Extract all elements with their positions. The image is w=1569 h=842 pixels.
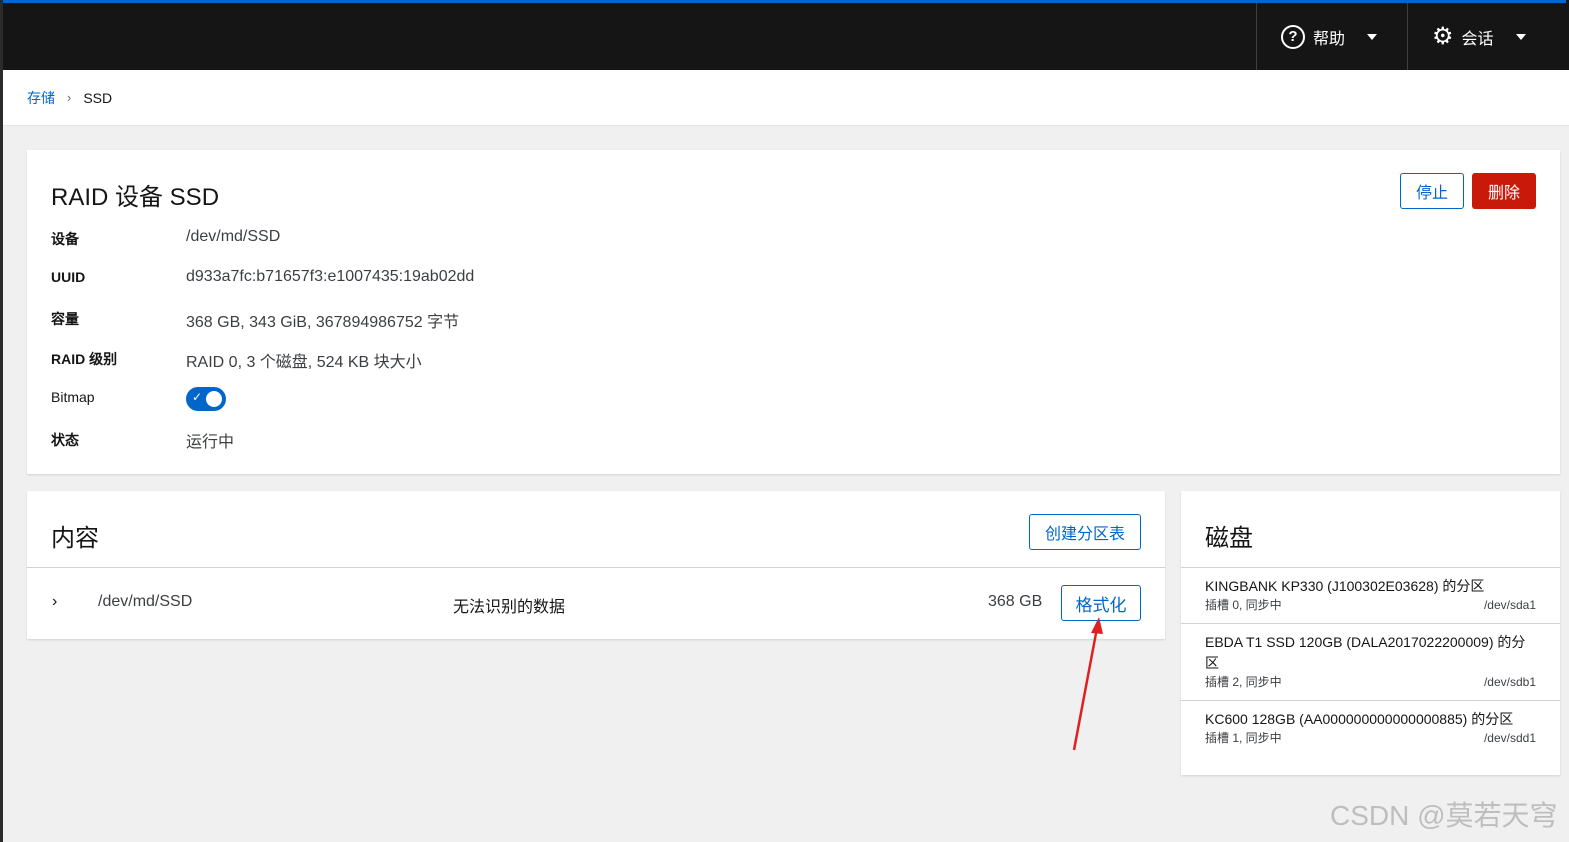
content-title: 内容 bbox=[51, 525, 99, 552]
state-value: 运行中 bbox=[186, 434, 235, 451]
disk-slot: 插槽 0, 同步中 bbox=[1205, 598, 1282, 612]
stop-button[interactable]: 停止 bbox=[1400, 173, 1464, 209]
check-icon: ✓ bbox=[192, 390, 203, 404]
content-card: 内容 创建分区表 › /dev/md/SSD 无法识别的数据 368 GB 格式… bbox=[27, 491, 1165, 639]
help-label: 帮助 bbox=[1313, 30, 1346, 48]
uuid-label: UUID bbox=[51, 269, 86, 285]
top-navbar: ? 帮助 ⚙ 会话 bbox=[3, 0, 1566, 70]
content-row-description: 无法识别的数据 bbox=[453, 599, 566, 616]
raid-level-value: RAID 0, 3 个磁盘, 524 KB 块大小 bbox=[186, 354, 422, 371]
raid-device-card: RAID 设备 SSD 停止 删除 设备 /dev/md/SSD UUID d9… bbox=[27, 150, 1560, 474]
disk-slot: 插槽 2, 同步中 bbox=[1205, 675, 1282, 689]
content-row-path: /dev/md/SSD bbox=[98, 593, 193, 610]
uuid-value: d933a7fc:b71657f3:e1007435:19ab02dd bbox=[186, 268, 475, 285]
raid-level-label: RAID 级别 bbox=[51, 351, 118, 367]
caret-down-icon bbox=[1515, 33, 1526, 40]
chevron-right-icon: › bbox=[67, 90, 72, 105]
state-label: 状态 bbox=[51, 432, 79, 448]
raid-title: RAID 设备 SSD bbox=[51, 184, 220, 211]
capacity-value: 368 GB, 343 GiB, 367894986752 字节 bbox=[186, 314, 460, 331]
disk-name: KINGBANK KP330 (J100302E03628) 的分区 bbox=[1205, 578, 1485, 594]
gear-icon: ⚙ bbox=[1432, 22, 1454, 50]
disk-slot: 插槽 1, 同步中 bbox=[1205, 731, 1282, 745]
delete-button[interactable]: 删除 bbox=[1472, 173, 1536, 209]
device-value: /dev/md/SSD bbox=[186, 228, 281, 245]
disks-title: 磁盘 bbox=[1205, 525, 1253, 552]
disk-device: /dev/sdd1 bbox=[1483, 731, 1536, 745]
breadcrumb: 存储 › SSD bbox=[3, 70, 1569, 126]
capacity-label: 容量 bbox=[51, 311, 79, 327]
bitmap-label: Bitmap bbox=[51, 389, 95, 405]
disk-item[interactable]: KC600 128GB (AA000000000000000885) 的分区 插… bbox=[1181, 700, 1560, 775]
disk-item[interactable]: KINGBANK KP330 (J100302E03628) 的分区 插槽 0,… bbox=[1181, 567, 1560, 623]
disks-card: 磁盘 KINGBANK KP330 (J100302E03628) 的分区 插槽… bbox=[1181, 491, 1560, 775]
expand-chevron-icon[interactable]: › bbox=[52, 593, 57, 611]
help-menu-button[interactable]: ? 帮助 bbox=[1256, 3, 1407, 70]
breadcrumb-storage-link[interactable]: 存储 bbox=[27, 88, 55, 108]
session-menu-button[interactable]: ⚙ 会话 bbox=[1407, 3, 1559, 70]
disk-name: EBDA T1 SSD 120GB (DALA2017022200009) 的分… bbox=[1205, 634, 1526, 671]
divider bbox=[27, 567, 1165, 568]
breadcrumb-current: SSD bbox=[83, 89, 113, 106]
create-partition-table-button[interactable]: 创建分区表 bbox=[1029, 514, 1141, 550]
disk-device: /dev/sda1 bbox=[1483, 598, 1536, 612]
help-icon: ? bbox=[1281, 24, 1305, 49]
disk-name: KC600 128GB (AA000000000000000885) 的分区 bbox=[1205, 711, 1514, 727]
disk-item[interactable]: EBDA T1 SSD 120GB (DALA2017022200009) 的分… bbox=[1181, 623, 1560, 700]
caret-down-icon bbox=[1367, 33, 1378, 40]
disk-device: /dev/sdb1 bbox=[1483, 675, 1536, 689]
toggle-knob bbox=[206, 391, 222, 407]
content-row-size: 368 GB bbox=[988, 593, 1043, 610]
window-edge bbox=[0, 0, 3, 842]
watermark: CSDN @莫若天穹 bbox=[1330, 800, 1558, 831]
session-label: 会话 bbox=[1461, 30, 1494, 48]
device-label: 设备 bbox=[51, 231, 79, 247]
format-button[interactable]: 格式化 bbox=[1061, 585, 1141, 621]
bitmap-toggle[interactable]: ✓ bbox=[186, 387, 226, 411]
